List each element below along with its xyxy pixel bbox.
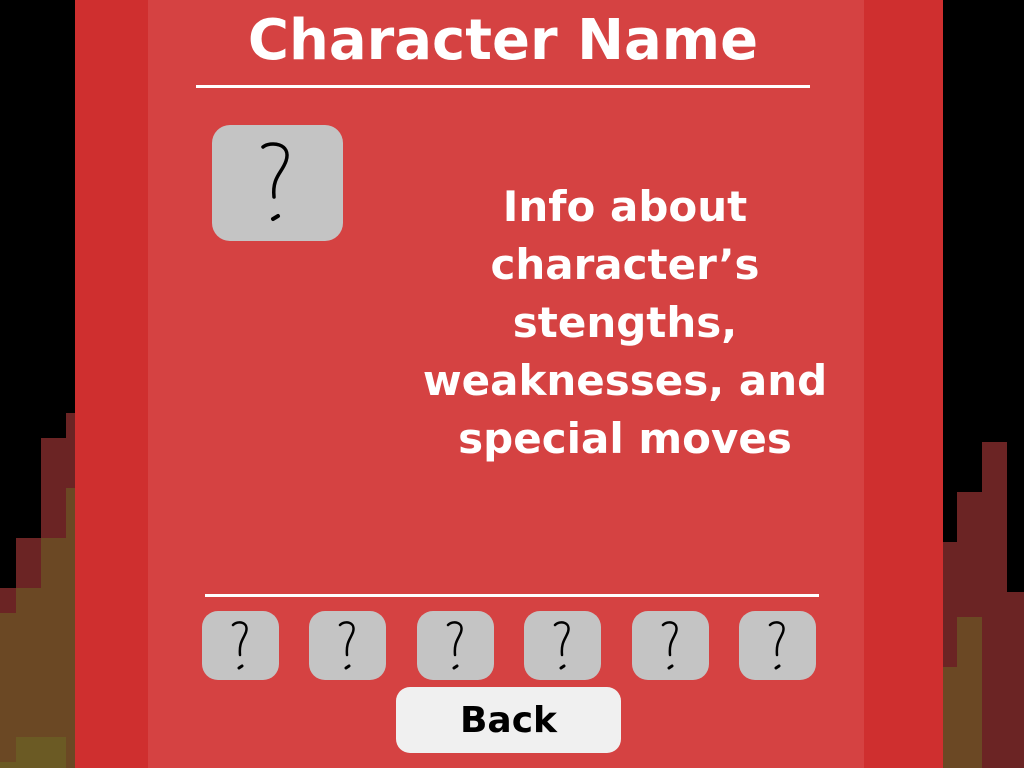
- fire-block: [41, 538, 66, 768]
- character-portrait: [212, 125, 343, 241]
- question-mark-icon: [260, 142, 289, 221]
- question-mark-icon: [338, 620, 355, 669]
- move-slot[interactable]: [309, 611, 386, 680]
- back-button[interactable]: Back: [396, 687, 621, 753]
- fire-block: [943, 667, 957, 768]
- move-slot[interactable]: [632, 611, 709, 680]
- character-name: Character Name: [247, 8, 759, 73]
- move-slot[interactable]: [739, 611, 816, 680]
- fire-block: [0, 613, 16, 768]
- move-slot[interactable]: [202, 611, 279, 680]
- move-slot[interactable]: [524, 611, 601, 680]
- character-info: Info about character’s stengths, weaknes…: [422, 182, 828, 463]
- question-mark-icon: [231, 620, 248, 669]
- fire-block: [957, 617, 982, 768]
- fire-block: [16, 737, 66, 768]
- move-slot[interactable]: [417, 611, 494, 680]
- title-divider: [196, 85, 810, 88]
- fire-block: [982, 442, 1007, 768]
- question-mark-icon: [768, 620, 785, 669]
- question-mark-icon: [446, 620, 463, 669]
- moves-divider: [205, 594, 819, 597]
- question-mark-icon: [553, 620, 570, 669]
- fire-block: [1007, 592, 1024, 768]
- fire-block: [0, 762, 16, 768]
- fire-block: [66, 488, 75, 768]
- question-mark-icon: [661, 620, 678, 669]
